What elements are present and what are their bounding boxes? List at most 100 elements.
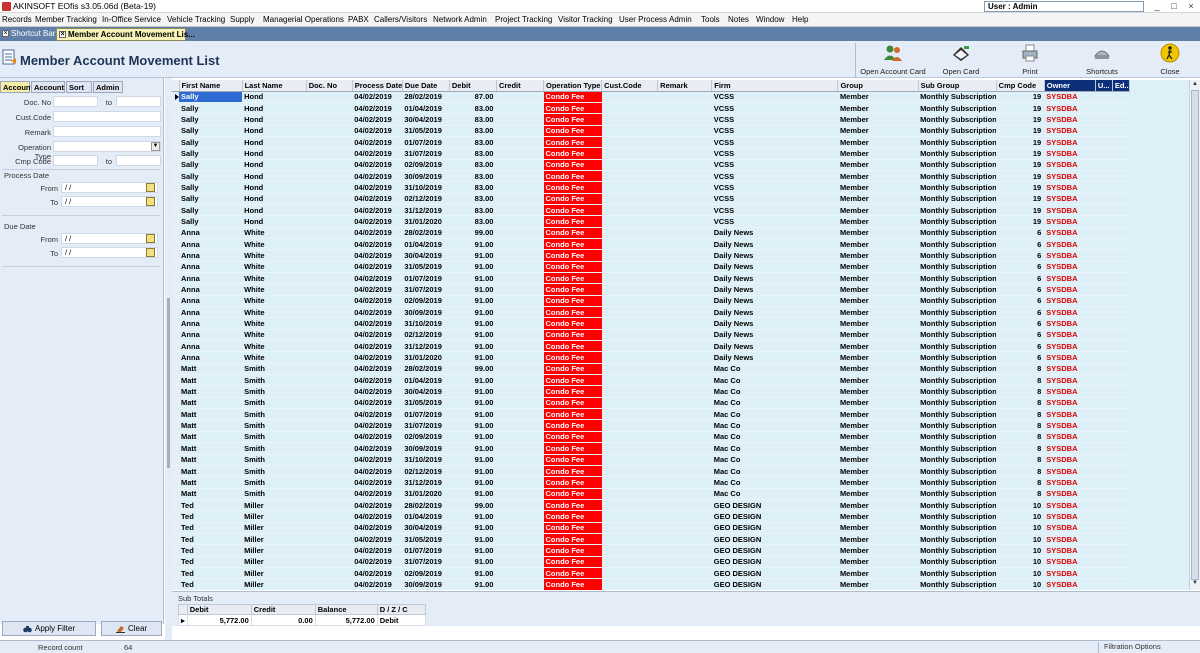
cell-sub-group[interactable]: Monthly Subscription xyxy=(918,363,997,376)
cell-cust-code[interactable] xyxy=(601,544,658,557)
cell-last-name[interactable]: White xyxy=(242,317,307,330)
cell-firm[interactable]: Daily News xyxy=(711,351,838,364)
cell-group[interactable]: Member xyxy=(837,215,919,228)
cell-owner[interactable]: SYSDBA xyxy=(1044,136,1096,149)
column-first-name[interactable]: First Name xyxy=(179,80,243,92)
cell-cust-code[interactable] xyxy=(601,113,658,126)
cell-last-name[interactable]: Smith xyxy=(242,476,307,489)
column-edit[interactable]: Ed... xyxy=(1112,80,1131,92)
cell-user[interactable] xyxy=(1095,465,1113,478)
cell-firm[interactable]: Mac Co xyxy=(711,397,838,410)
cell-cmp-code[interactable]: 6 xyxy=(996,261,1045,274)
row-indicator[interactable] xyxy=(172,488,179,500)
cell-last-name[interactable]: White xyxy=(242,283,307,296)
cell-owner[interactable]: SYSDBA xyxy=(1044,238,1096,251)
cell-cust-code[interactable] xyxy=(601,215,658,228)
cell-credit[interactable] xyxy=(496,136,544,149)
close-form-button[interactable]: Close xyxy=(1152,43,1188,76)
table-row[interactable]: Matt Smith 04/02/2019 02/09/2019 91.00 Condo … xyxy=(172,431,1130,444)
cell-due-date[interactable]: 28/02/2019 xyxy=(402,227,450,239)
cell-sub-group[interactable]: Monthly Subscription xyxy=(918,567,997,580)
cell-operation-type[interactable]: Condo Fee xyxy=(543,249,602,262)
cell-first-name[interactable]: Sally xyxy=(179,204,243,217)
cell-group[interactable]: Member xyxy=(837,488,919,500)
cell-cust-code[interactable] xyxy=(601,295,658,308)
cell-due-date[interactable]: 30/09/2019 xyxy=(402,442,450,455)
cell-process-date[interactable]: 04/02/2019 xyxy=(352,363,403,376)
cell-firm[interactable]: Mac Co xyxy=(711,385,838,398)
cell-group[interactable]: Member xyxy=(837,385,919,398)
cell-edit[interactable] xyxy=(1112,544,1130,557)
table-row[interactable]: Ted Miller 04/02/2019 01/07/2019 91.00 Condo … xyxy=(172,544,1130,557)
cell-firm[interactable]: Daily News xyxy=(711,283,838,296)
cell-remark[interactable] xyxy=(657,238,712,251)
cell-group[interactable]: Member xyxy=(837,544,919,557)
cell-operation-type[interactable]: Condo Fee xyxy=(543,215,602,228)
cell-credit[interactable] xyxy=(496,317,544,330)
cell-group[interactable]: Member xyxy=(837,193,919,205)
cell-doc-no[interactable] xyxy=(306,329,353,342)
cell-credit[interactable] xyxy=(496,272,544,285)
cell-process-date[interactable]: 04/02/2019 xyxy=(352,181,403,194)
cell-first-name[interactable]: Matt xyxy=(179,442,243,455)
cell-credit[interactable] xyxy=(496,544,544,557)
cell-operation-type[interactable]: Condo Fee xyxy=(543,578,602,590)
cell-operation-type[interactable]: Condo Fee xyxy=(543,510,602,523)
cell-operation-type[interactable]: Condo Fee xyxy=(543,283,602,296)
cell-credit[interactable] xyxy=(496,522,544,534)
cell-remark[interactable] xyxy=(657,510,712,523)
cell-last-name[interactable]: White xyxy=(242,351,307,364)
cell-operation-type[interactable]: Condo Fee xyxy=(543,567,602,580)
cell-first-name[interactable]: Matt xyxy=(179,419,243,432)
cell-cust-code[interactable] xyxy=(601,317,658,330)
cell-debit[interactable]: 91.00 xyxy=(449,397,497,410)
row-indicator[interactable] xyxy=(172,181,179,194)
cell-operation-type[interactable]: Condo Fee xyxy=(543,329,602,342)
cell-due-date[interactable]: 31/01/2020 xyxy=(402,351,450,364)
tab-shortcut-bar[interactable]: × Shortcut Bar xyxy=(0,28,55,41)
cell-user[interactable] xyxy=(1095,408,1113,421)
cell-operation-type[interactable]: Condo Fee xyxy=(543,397,602,410)
row-indicator[interactable] xyxy=(172,544,179,557)
cell-edit[interactable] xyxy=(1112,567,1130,580)
table-row[interactable]: Anna White 04/02/2019 02/09/2019 91.00 Condo … xyxy=(172,295,1130,308)
cell-edit[interactable] xyxy=(1112,385,1130,398)
cell-owner[interactable]: SYSDBA xyxy=(1044,272,1096,285)
cell-cmp-code[interactable]: 8 xyxy=(996,476,1045,489)
due-date-from-input[interactable]: / / xyxy=(61,233,158,244)
cell-firm[interactable]: VCSS xyxy=(711,136,838,149)
cell-cmp-code[interactable]: 6 xyxy=(996,272,1045,285)
cell-firm[interactable]: Daily News xyxy=(711,317,838,330)
open-card-button[interactable]: Open Card xyxy=(935,43,987,76)
cell-debit[interactable]: 91.00 xyxy=(449,385,497,398)
cell-owner[interactable]: SYSDBA xyxy=(1044,499,1096,512)
cell-first-name[interactable]: Matt xyxy=(179,454,243,466)
cell-doc-no[interactable] xyxy=(306,159,353,171)
cell-remark[interactable] xyxy=(657,419,712,432)
menu-tools[interactable]: Tools xyxy=(701,15,720,24)
cell-process-date[interactable]: 04/02/2019 xyxy=(352,340,403,353)
table-row[interactable]: Anna White 04/02/2019 02/12/2019 91.00 Condo … xyxy=(172,329,1130,342)
cell-remark[interactable] xyxy=(657,193,712,205)
cell-operation-type[interactable]: Condo Fee xyxy=(543,113,602,126)
cell-owner[interactable]: SYSDBA xyxy=(1044,385,1096,398)
cell-doc-no[interactable] xyxy=(306,567,353,580)
cell-first-name[interactable]: Anna xyxy=(179,227,243,239)
cell-remark[interactable] xyxy=(657,544,712,557)
menu-vehicle-tracking[interactable]: Vehicle Tracking xyxy=(167,15,225,24)
cell-cust-code[interactable] xyxy=(601,125,658,137)
cell-cust-code[interactable] xyxy=(601,238,658,251)
cell-firm[interactable]: Mac Co xyxy=(711,465,838,478)
cell-last-name[interactable]: Smith xyxy=(242,454,307,466)
cell-operation-type[interactable]: Condo Fee xyxy=(543,363,602,376)
cell-due-date[interactable]: 01/07/2019 xyxy=(402,408,450,421)
cell-owner[interactable]: SYSDBA xyxy=(1044,510,1096,523)
cell-last-name[interactable]: Smith xyxy=(242,363,307,376)
cell-sub-group[interactable]: Monthly Subscription xyxy=(918,351,997,364)
cell-first-name[interactable]: Matt xyxy=(179,408,243,421)
cell-doc-no[interactable] xyxy=(306,317,353,330)
cell-doc-no[interactable] xyxy=(306,419,353,432)
cell-first-name[interactable]: Sally xyxy=(179,102,243,115)
cell-cmp-code[interactable]: 6 xyxy=(996,351,1045,364)
cell-sub-group[interactable]: Monthly Subscription xyxy=(918,295,997,308)
